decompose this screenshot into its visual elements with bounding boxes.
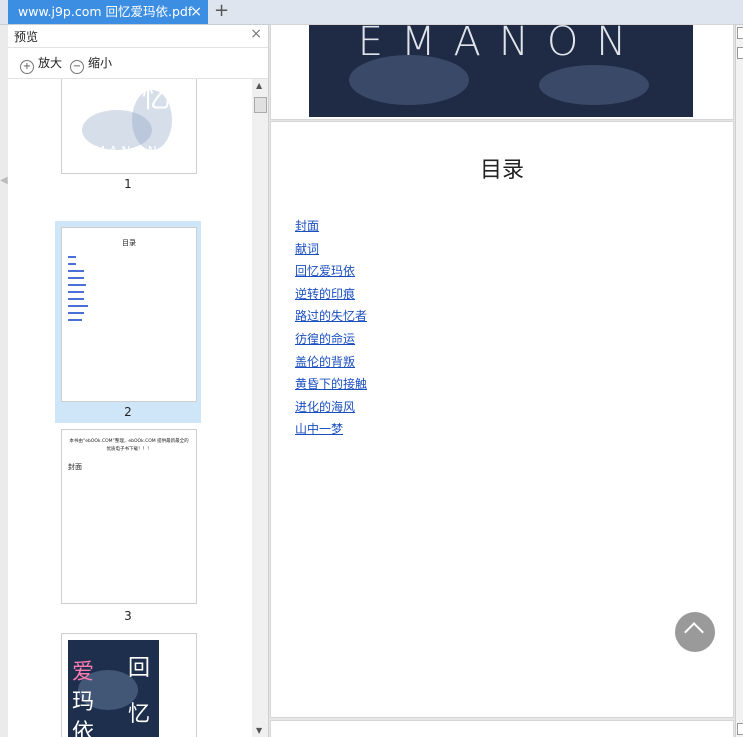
document-tab[interactable]: www.j9p.com 回忆爱玛依.pdf × <box>8 0 208 24</box>
toc-link[interactable]: 黄昏下的接触 <box>295 375 367 398</box>
sidebar-close-icon[interactable]: × <box>250 26 262 42</box>
scroll-up-icon[interactable] <box>737 27 743 39</box>
thumbnail-text-page: 本书由“ebOOk.COM”整理，ebOOk.COM 提供最新最全的优质电子书下… <box>61 429 197 604</box>
thumbnail-page-2[interactable]: 目录 2 <box>55 221 201 423</box>
toc-page: 目录 封面 献词 回忆爱玛依 逆转的印痕 路过的失忆者 彷徨的命运 盖伦的背叛 … <box>271 122 733 717</box>
zoom-out-button[interactable]: − 缩小 <box>70 54 113 74</box>
zoom-out-label: 缩小 <box>88 56 113 70</box>
scroll-up-icon[interactable]: ▲ <box>256 81 262 90</box>
scroll-down-icon[interactable]: ▼ <box>256 726 262 735</box>
cover-title: EMANON <box>83 144 161 158</box>
thumbnail-list: 依 忆 EMANON 1 目录 2 本书由“ebOOk.COM”整理，ebOOk… <box>8 79 252 737</box>
thumbnail-toc-title: 目录 <box>122 239 136 247</box>
thumbnail-number: 1 <box>124 177 132 191</box>
thumbnail-cover-page: 爱 回 玛 忆 依 <box>61 633 197 737</box>
toc-link[interactable]: 回忆爱玛依 <box>295 262 367 285</box>
toc-link[interactable]: 封面 <box>295 217 367 240</box>
cover-banner-image: EMANON <box>309 25 693 117</box>
thumbnail-number: 3 <box>124 609 132 623</box>
toc-link[interactable]: 献词 <box>295 240 367 263</box>
zoom-in-label: 放大 <box>38 56 63 70</box>
thumbnail-cover-image: 依 忆 EMANON <box>61 79 197 174</box>
chevron-left-icon: ◀ <box>0 175 8 186</box>
zoom-out-icon: − <box>70 60 84 74</box>
preview-sidebar: 预览 × + 放大 − 缩小 依 忆 EMANON 1 目录 2 本书由“ebO… <box>8 25 269 737</box>
cover-char: 依 <box>72 85 101 118</box>
cover-char: 爱 <box>72 660 95 685</box>
toc-link[interactable]: 逆转的印痕 <box>295 285 367 308</box>
chevron-up-icon <box>684 622 704 642</box>
toc-link[interactable]: 山中一梦 <box>295 420 367 443</box>
cover-char: 玛 <box>72 690 95 715</box>
sidebar-collapse-handle[interactable]: ◀ <box>0 25 8 737</box>
toc-link[interactable]: 进化的海风 <box>295 398 367 421</box>
thumbnail-page-4[interactable]: 爱 回 玛 忆 依 <box>55 633 201 737</box>
toc-list: 封面 献词 回忆爱玛依 逆转的印痕 路过的失忆者 彷徨的命运 盖伦的背叛 黄昏下… <box>295 217 367 443</box>
thumbnail-cover-image: 爱 回 玛 忆 依 <box>68 640 159 737</box>
scrollbar-thumb[interactable] <box>254 97 267 113</box>
thumbnail-page-1[interactable]: 依 忆 EMANON 1 <box>55 79 201 197</box>
cover-char: 回 <box>128 656 151 681</box>
cover-char: 依 <box>72 720 95 737</box>
toc-link[interactable]: 彷徨的命运 <box>295 330 367 353</box>
cover-char: 忆 <box>128 702 151 727</box>
thumbnail-note: 本书由“ebOOk.COM”整理，ebOOk.COM 提供最新最全的优质电子书下… <box>69 439 189 452</box>
zoom-toolbar: + 放大 − 缩小 <box>8 48 268 79</box>
zoom-in-icon: + <box>20 60 34 74</box>
tab-title: www.j9p.com 回忆爱玛依.pdf <box>18 4 193 19</box>
toc-title: 目录 <box>479 158 524 183</box>
next-page <box>271 721 733 737</box>
cover-page: EMANON <box>271 25 733 119</box>
right-scrollbar[interactable] <box>735 25 743 737</box>
tab-bar: www.j9p.com 回忆爱玛依.pdf × + <box>0 0 743 25</box>
tab-close-icon[interactable]: × <box>190 0 202 24</box>
zoom-in-button[interactable]: + 放大 <box>20 54 63 74</box>
thumbnail-heading: 封面 <box>68 463 82 471</box>
back-to-top-button[interactable] <box>675 612 715 652</box>
thumbnail-scrollbar[interactable]: ▲ ▼ <box>252 79 268 737</box>
cover-char: 忆 <box>142 81 171 114</box>
thumbnail-toc-lines <box>68 256 108 321</box>
document-view: EMANON 目录 封面 献词 回忆爱玛依 逆转的印痕 路过的失忆者 彷徨的命运… <box>269 25 735 737</box>
scroll-down-icon[interactable] <box>737 723 743 735</box>
thumbnail-number: 2 <box>124 405 132 419</box>
sidebar-header: 预览 × <box>8 25 268 48</box>
thumbnail-page-3[interactable]: 本书由“ebOOk.COM”整理，ebOOk.COM 提供最新最全的优质电子书下… <box>55 429 201 627</box>
new-tab-button[interactable]: + <box>214 0 229 24</box>
toc-link[interactable]: 盖伦的背叛 <box>295 353 367 376</box>
toc-link[interactable]: 路过的失忆者 <box>295 307 367 330</box>
scroll-control-icon[interactable] <box>737 47 743 59</box>
cover-banner-text: EMANON <box>357 25 645 65</box>
sidebar-title: 预览 <box>14 30 39 44</box>
thumbnail-toc-page: 目录 <box>61 227 197 402</box>
